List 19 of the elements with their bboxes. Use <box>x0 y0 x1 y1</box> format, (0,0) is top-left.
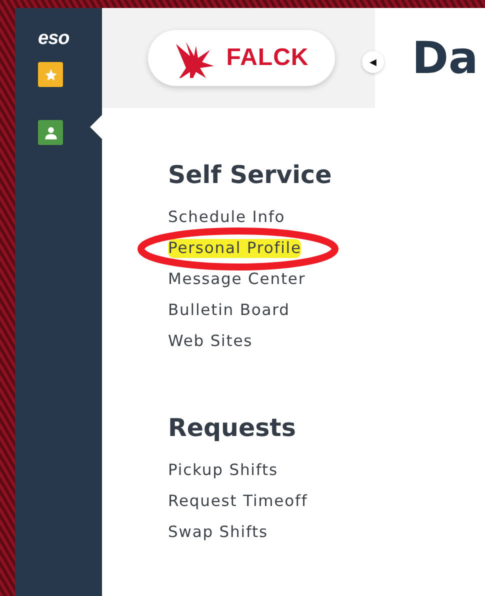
person-icon <box>44 126 58 140</box>
profile-button[interactable] <box>38 120 63 145</box>
menu-link[interactable]: Personal Profile <box>168 239 302 258</box>
star-icon <box>44 68 58 82</box>
eso-logo: eso <box>38 28 70 50</box>
menu-link[interactable]: Bulletin Board <box>168 301 290 320</box>
favorites-button[interactable] <box>38 62 63 87</box>
menu-link[interactable]: Swap Shifts <box>168 523 268 542</box>
menu-link[interactable]: Request Timeoff <box>168 492 308 511</box>
section-heading: Self Service <box>168 160 332 190</box>
page-title: Da <box>412 32 478 84</box>
menu-link[interactable]: Pickup Shifts <box>168 461 278 480</box>
brand-logo[interactable]: FALCK <box>148 30 335 86</box>
brand-name: FALCK <box>226 44 309 72</box>
menu-link[interactable]: Message Center <box>168 270 306 289</box>
menu-link[interactable]: Web Sites <box>168 332 253 351</box>
collapse-button[interactable]: ◀ <box>362 51 384 73</box>
section-heading: Requests <box>168 413 296 443</box>
menu-link[interactable]: Schedule Info <box>168 208 286 227</box>
